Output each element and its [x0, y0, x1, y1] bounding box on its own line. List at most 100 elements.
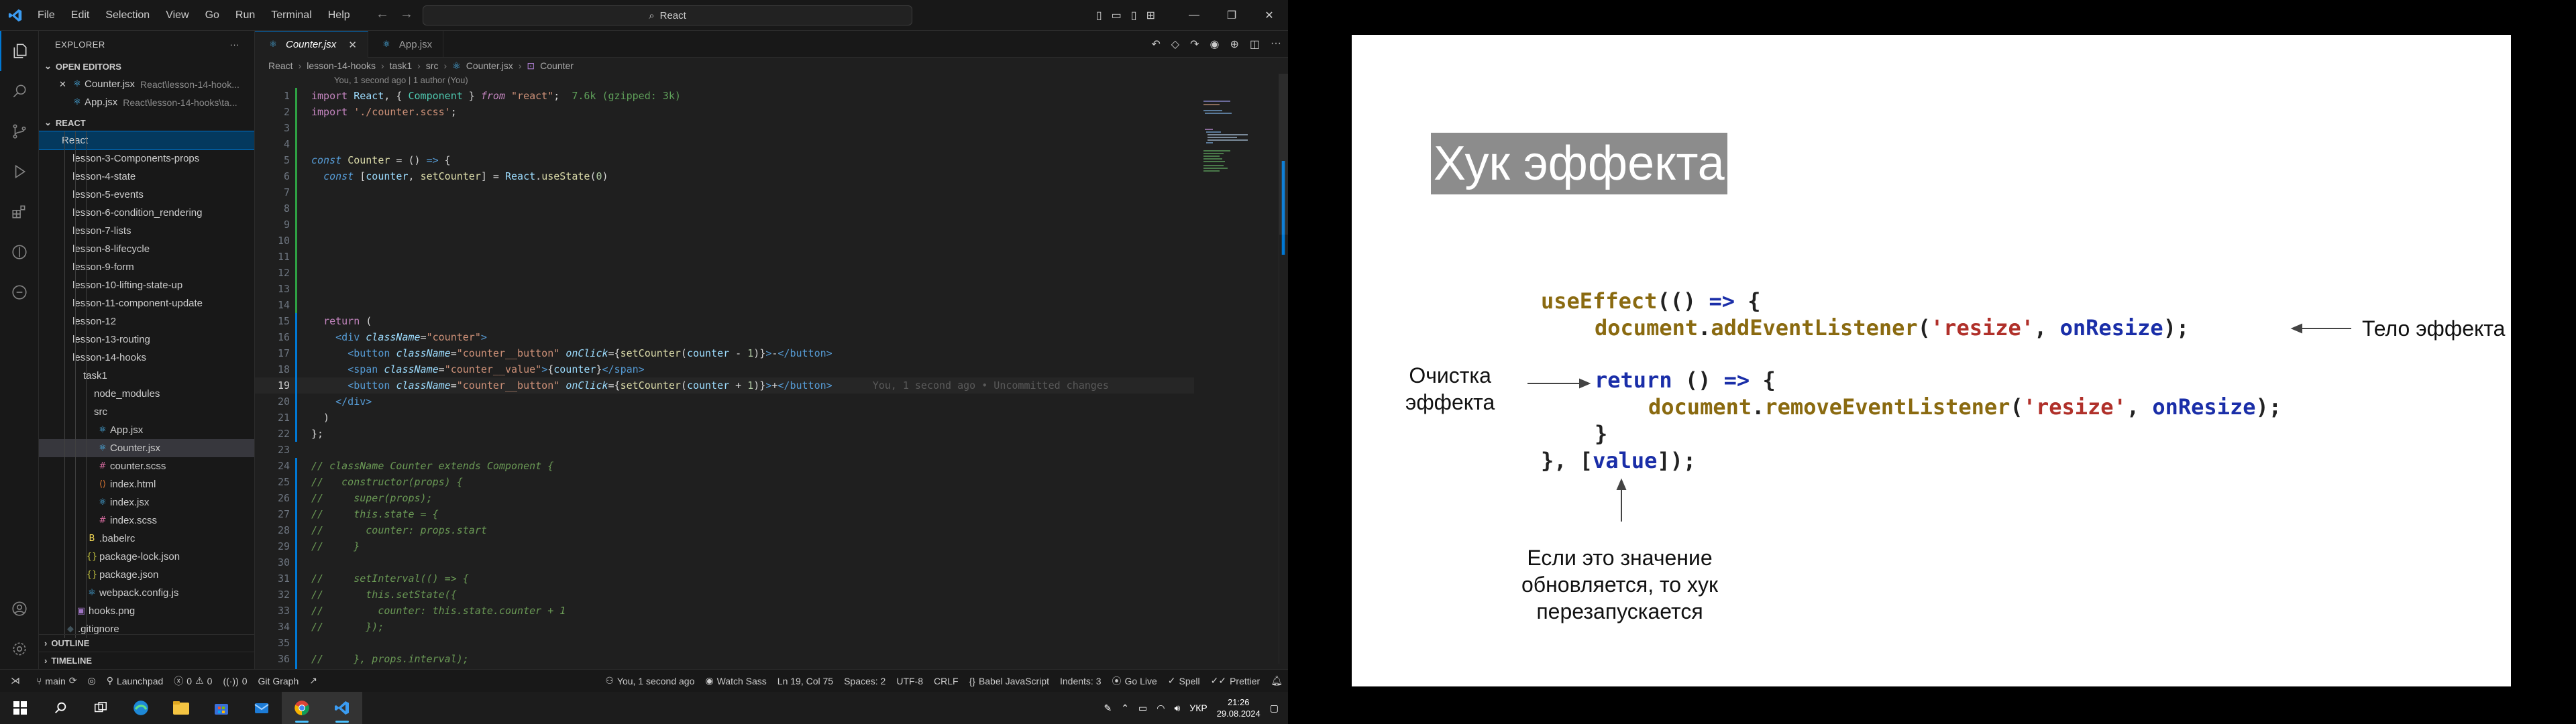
- account-icon[interactable]: [0, 589, 39, 629]
- explorer-icon[interactable]: [0, 31, 39, 71]
- tree-file[interactable]: ⚛ webpack.config.js: [39, 584, 254, 602]
- tree-folder[interactable]: lesson-4-state: [39, 168, 254, 186]
- notifications-bell-icon[interactable]: 🔔︎: [1265, 675, 1288, 686]
- language-mode[interactable]: {} Babel JavaScript: [964, 676, 1055, 686]
- next-change-icon[interactable]: ↷: [1190, 38, 1199, 51]
- open-editors-header[interactable]: ⌄ OPEN EDITORS: [39, 58, 254, 75]
- close-icon[interactable]: ✕: [59, 79, 70, 90]
- tree-folder[interactable]: lesson-9-form: [39, 258, 254, 276]
- close-window-button[interactable]: ✕: [1250, 9, 1288, 22]
- tree-file[interactable]: {} package.json: [39, 566, 254, 584]
- cursor-position[interactable]: Ln 19, Col 75: [772, 676, 839, 686]
- keyboard-language[interactable]: УКР: [1189, 703, 1207, 713]
- indents-status[interactable]: Indents: 3: [1055, 676, 1107, 686]
- maximize-button[interactable]: ❐: [1213, 9, 1250, 22]
- open-preview-icon[interactable]: ◉: [1210, 38, 1220, 51]
- split-editor-icon[interactable]: ◫: [1250, 38, 1260, 51]
- tree-file[interactable]: ▣ hooks.png: [39, 602, 254, 620]
- live-share-icon[interactable]: ↗: [304, 675, 323, 686]
- chevron-up-icon[interactable]: ⌃: [1121, 703, 1129, 714]
- breadcrumb-item[interactable]: Counter.jsx: [466, 60, 513, 71]
- menu-terminal[interactable]: Terminal: [264, 7, 318, 24]
- tree-file[interactable]: # index.scss: [39, 511, 254, 530]
- customize-layout-icon[interactable]: ⊞: [1146, 9, 1155, 22]
- spell-status[interactable]: ✓ Spell: [1163, 675, 1205, 686]
- blame-status[interactable]: ⚇ You, 1 second ago: [600, 675, 700, 686]
- command-center-search[interactable]: ⌕ React: [423, 5, 912, 25]
- tree-folder[interactable]: src: [39, 403, 254, 421]
- breadcrumb-item[interactable]: src: [426, 60, 439, 71]
- tree-file[interactable]: {} package-lock.json: [39, 548, 254, 566]
- source-control-icon[interactable]: [0, 111, 39, 152]
- windows-start-icon[interactable]: [0, 692, 40, 724]
- tree-folder[interactable]: lesson-10-lifting-state-up: [39, 276, 254, 294]
- tree-folder[interactable]: React: [39, 131, 254, 150]
- tab-app-jsx[interactable]: ⚛ App.jsx: [368, 31, 444, 58]
- tree-file[interactable]: B .babelrc: [39, 530, 254, 548]
- tree-folder[interactable]: lesson-7-lists: [39, 222, 254, 240]
- tree-folder[interactable]: lesson-6-condition_rendering: [39, 204, 254, 222]
- git-graph-icon[interactable]: [0, 232, 39, 272]
- minimap[interactable]: [1201, 98, 1261, 178]
- editor-scrollbar[interactable]: [1279, 74, 1288, 664]
- breadcrumb-item[interactable]: lesson-14-hooks: [307, 60, 376, 71]
- tree-file[interactable]: ⚛ App.jsx: [39, 421, 254, 439]
- toggle-secondary-sidebar-icon[interactable]: ▯: [1131, 9, 1137, 22]
- menu-edit[interactable]: Edit: [64, 7, 97, 24]
- task-view-icon[interactable]: [80, 692, 121, 724]
- indentation-status[interactable]: Spaces: 2: [839, 676, 891, 686]
- code-view[interactable]: 1 import React, { Component } from "react…: [255, 88, 1194, 683]
- minimize-button[interactable]: —: [1175, 9, 1213, 21]
- pen-icon[interactable]: ✎: [1104, 703, 1112, 714]
- menu-file[interactable]: File: [31, 7, 62, 24]
- branch-status[interactable]: ⑂ main ⟳: [31, 675, 83, 686]
- breadcrumb-item[interactable]: React: [268, 60, 293, 71]
- file-explorer-icon[interactable]: [161, 692, 201, 724]
- tree-folder[interactable]: node_modules: [39, 385, 254, 403]
- github-icon[interactable]: ◎: [83, 675, 101, 686]
- back-arrow-icon[interactable]: ←: [376, 7, 389, 22]
- menu-help[interactable]: Help: [321, 7, 357, 24]
- tree-folder[interactable]: lesson-5-events: [39, 186, 254, 204]
- microsoft-store-icon[interactable]: [201, 692, 241, 724]
- timeline-header[interactable]: › TIMELINE: [39, 652, 254, 669]
- previous-change-icon[interactable]: ◇: [1171, 38, 1179, 51]
- notification-center-icon[interactable]: ▢: [1270, 703, 1279, 714]
- compare-changes-icon[interactable]: ⊕: [1230, 38, 1238, 51]
- settings-gear-icon[interactable]: [0, 629, 39, 669]
- codelens-blame[interactable]: You, 1 second ago | 1 author (You): [334, 75, 468, 85]
- close-icon[interactable]: ✕: [348, 39, 357, 51]
- tree-file[interactable]: # counter.scss: [39, 457, 254, 475]
- open-editor-item[interactable]: ✕ ⚛ Counter.jsx React\lesson-14-hook...: [39, 75, 254, 93]
- more-actions-icon[interactable]: ···: [230, 40, 240, 50]
- vscode-taskbar-icon[interactable]: [322, 692, 362, 724]
- volume-icon[interactable]: 🔊︎: [1174, 703, 1180, 714]
- menu-view[interactable]: View: [159, 7, 195, 24]
- chrome-browser-icon[interactable]: [282, 692, 322, 724]
- menu-go[interactable]: Go: [199, 7, 226, 24]
- tree-folder[interactable]: lesson-8-lifecycle: [39, 240, 254, 258]
- tree-folder[interactable]: lesson-12: [39, 312, 254, 330]
- git-graph-status[interactable]: Git Graph: [253, 676, 305, 686]
- go-live-status[interactable]: ⦿ Go Live: [1107, 674, 1163, 688]
- mail-icon[interactable]: [241, 692, 282, 724]
- more-actions-icon[interactable]: ···: [1271, 38, 1281, 51]
- tree-folder[interactable]: lesson-13-routing: [39, 330, 254, 349]
- tree-folder[interactable]: lesson-14-hooks: [39, 349, 254, 367]
- workspace-header[interactable]: ⌄ REACT: [39, 114, 254, 131]
- tree-file[interactable]: ⚛ Counter.jsx: [39, 439, 254, 457]
- tree-folder[interactable]: lesson-3-Components-props: [39, 149, 254, 168]
- clock[interactable]: 21:26 29.08.2024: [1217, 697, 1260, 719]
- search-view-icon[interactable]: [0, 71, 39, 111]
- tree-file[interactable]: ⟨⟩ index.html: [39, 475, 254, 493]
- prettier-status[interactable]: ✓✓ Prettier: [1205, 675, 1266, 686]
- breadcrumb-item[interactable]: Counter: [540, 60, 574, 71]
- battery-icon[interactable]: ▭: [1138, 703, 1147, 714]
- launchpad-status[interactable]: ⚲ Launchpad: [101, 675, 169, 686]
- watch-sass-status[interactable]: ◉ Watch Sass: [700, 675, 771, 686]
- problems-status[interactable]: ⓧ 0 ⚠ 0: [168, 674, 217, 688]
- extensions-icon[interactable]: [0, 192, 39, 232]
- tree-folder[interactable]: task1: [39, 367, 254, 385]
- run-debug-icon[interactable]: [0, 152, 39, 192]
- open-editor-item[interactable]: ⚛ App.jsx React\lesson-14-hooks\ta...: [39, 93, 254, 111]
